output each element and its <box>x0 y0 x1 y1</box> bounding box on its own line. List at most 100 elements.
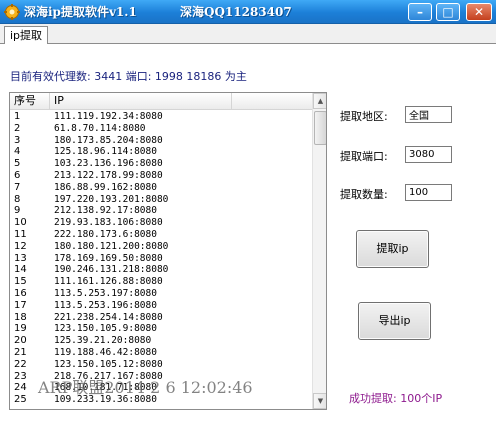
row-ip: 123.150.105.12:8080 <box>54 358 163 370</box>
table-row[interactable]: 6 213.122.178.99:8080 <box>10 170 312 182</box>
close-button[interactable]: ✕ <box>466 3 492 21</box>
tab-panel: 目前有效代理数: 3441 端口: 1998 18186 为主 序号 IP 11… <box>0 44 496 430</box>
table-row[interactable]: 1 111.119.192.34:8080 <box>10 111 312 123</box>
row-ip: 186.88.99.162:8080 <box>54 181 157 193</box>
row-index: 6 <box>14 169 21 181</box>
row-index: 17 <box>14 299 27 311</box>
port-label: 提取端口: <box>340 150 388 163</box>
window-client: ip提取 目前有效代理数: 3441 端口: 1998 18186 为主 序号 … <box>0 24 496 430</box>
row-ip: 219.93.183.106:8080 <box>54 217 163 229</box>
count-input[interactable] <box>405 184 452 201</box>
row-index: 24 <box>14 382 27 394</box>
table-row[interactable]: 7 186.88.99.162:8080 <box>10 182 312 194</box>
watermark-text: ARP联盟2014 2 6 12:02:46 <box>38 378 253 397</box>
table-row[interactable]: 18 221.238.254.14:8080 <box>10 312 312 324</box>
row-index: 12 <box>14 240 27 252</box>
row-ip: 178.169.169.50:8080 <box>54 252 163 264</box>
table-row[interactable]: 15 111.161.126.88:8080 <box>10 276 312 288</box>
fetch-ip-button[interactable]: 提取ip <box>356 230 429 268</box>
table-row[interactable]: 14 190.246.131.218:8080 <box>10 264 312 276</box>
row-index: 11 <box>14 228 27 240</box>
row-ip: 180.180.121.200:8080 <box>54 240 169 252</box>
port-input[interactable] <box>405 146 452 163</box>
maximize-button[interactable]: □ <box>436 3 460 21</box>
list-header: 序号 IP <box>10 93 312 110</box>
window-title-qq: 深海QQ11283407 <box>180 5 292 19</box>
table-row[interactable]: 16 113.5.253.197:8080 <box>10 288 312 300</box>
row-index: 4 <box>14 146 21 158</box>
table-row[interactable]: 9 212.138.92.17:8080 <box>10 205 312 217</box>
minimize-button[interactable]: – <box>408 3 432 21</box>
row-ip: 222.180.173.6:8080 <box>54 228 157 240</box>
table-row[interactable]: 20 125.39.21.20:8080 <box>10 335 312 347</box>
row-ip: 111.119.192.34:8080 <box>54 111 163 122</box>
column-header-ip[interactable]: IP <box>50 93 232 110</box>
row-ip: 180.173.85.204:8080 <box>54 134 163 146</box>
row-index: 21 <box>14 346 27 358</box>
row-ip: 125.18.96.114:8080 <box>54 146 157 158</box>
vertical-scrollbar[interactable]: ▲ ▼ <box>312 93 326 409</box>
row-index: 7 <box>14 181 21 193</box>
ip-list[interactable]: 序号 IP 1 111.119.192.34:8080 2 61.8.70.114:8… <box>9 92 327 410</box>
row-ip: 212.138.92.17:8080 <box>54 205 157 217</box>
table-row[interactable]: 4 125.18.96.114:8080 <box>10 146 312 158</box>
row-index: 9 <box>14 205 21 217</box>
row-ip: 123.150.105.9:8080 <box>54 323 157 335</box>
table-row[interactable]: 10 219.93.183.106:8080 <box>10 217 312 229</box>
table-row[interactable]: 11 222.180.173.6:8080 <box>10 229 312 241</box>
row-ip: 111.161.126.88:8080 <box>54 276 163 288</box>
tab-ip-extract[interactable]: ip提取 <box>4 26 48 45</box>
row-ip: 113.5.253.196:8080 <box>54 299 157 311</box>
row-index: 3 <box>14 134 21 146</box>
table-row[interactable]: 2 61.8.70.114:8080 <box>10 123 312 135</box>
result-status-text: 成功提取: 100个IP <box>349 392 443 405</box>
title-bar[interactable]: 深海ip提取软件v1.1 深海QQ11283407 – □ ✕ <box>0 0 496 24</box>
row-ip: 221.238.254.14:8080 <box>54 311 163 323</box>
row-ip: 61.8.70.114:8080 <box>54 122 146 134</box>
region-input[interactable] <box>405 106 452 123</box>
row-index: 1 <box>14 111 21 122</box>
row-ip: 213.122.178.99:8080 <box>54 169 163 181</box>
row-index: 15 <box>14 276 27 288</box>
row-ip: 103.23.136.196:8080 <box>54 158 163 170</box>
row-index: 10 <box>14 217 27 229</box>
list-rows: 1 111.119.192.34:8080 2 61.8.70.114:8080 3 18… <box>10 111 312 406</box>
proxy-status-text: 目前有效代理数: 3441 端口: 1998 18186 为主 <box>10 70 247 83</box>
row-ip: 190.246.131.218:8080 <box>54 264 169 276</box>
export-ip-button[interactable]: 导出ip <box>358 302 431 340</box>
row-ip: 113.5.253.197:8080 <box>54 287 157 299</box>
row-ip: 197.220.193.201:8080 <box>54 193 169 205</box>
scrollbar-thumb[interactable] <box>314 111 326 145</box>
table-row[interactable]: 3 180.173.85.204:8080 <box>10 135 312 147</box>
row-index: 5 <box>14 158 21 170</box>
row-index: 16 <box>14 287 27 299</box>
count-label: 提取数量: <box>340 188 388 201</box>
row-index: 23 <box>14 370 27 382</box>
table-row[interactable]: 19 123.150.105.9:8080 <box>10 323 312 335</box>
row-ip: 125.39.21.20:8080 <box>54 335 152 347</box>
table-row[interactable]: 13 178.169.169.50:8080 <box>10 253 312 265</box>
row-index: 8 <box>14 193 21 205</box>
row-index: 22 <box>14 358 27 370</box>
app-gear-icon <box>4 4 20 20</box>
table-row[interactable]: 12 180.180.121.200:8080 <box>10 241 312 253</box>
table-row[interactable]: 17 113.5.253.196:8080 <box>10 300 312 312</box>
row-ip: 119.188.46.42:8080 <box>54 346 157 358</box>
table-row[interactable]: 8 197.220.193.201:8080 <box>10 194 312 206</box>
column-header-index[interactable]: 序号 <box>10 93 50 110</box>
row-index: 20 <box>14 335 27 347</box>
scroll-up-arrow-icon[interactable]: ▲ <box>313 93 326 109</box>
table-row[interactable]: 5 103.23.136.196:8080 <box>10 158 312 170</box>
row-index: 18 <box>14 311 27 323</box>
row-index: 14 <box>14 264 27 276</box>
row-index: 13 <box>14 252 27 264</box>
scroll-down-arrow-icon[interactable]: ▼ <box>313 393 326 409</box>
window-title: 深海ip提取软件v1.1 <box>24 5 137 19</box>
table-row[interactable]: 21 119.188.46.42:8080 <box>10 347 312 359</box>
tab-strip: ip提取 <box>0 24 496 45</box>
row-index: 25 <box>14 394 27 406</box>
table-row[interactable]: 22 123.150.105.12:8080 <box>10 359 312 371</box>
region-label: 提取地区: <box>340 110 388 123</box>
row-index: 19 <box>14 323 27 335</box>
row-index: 2 <box>14 122 21 134</box>
